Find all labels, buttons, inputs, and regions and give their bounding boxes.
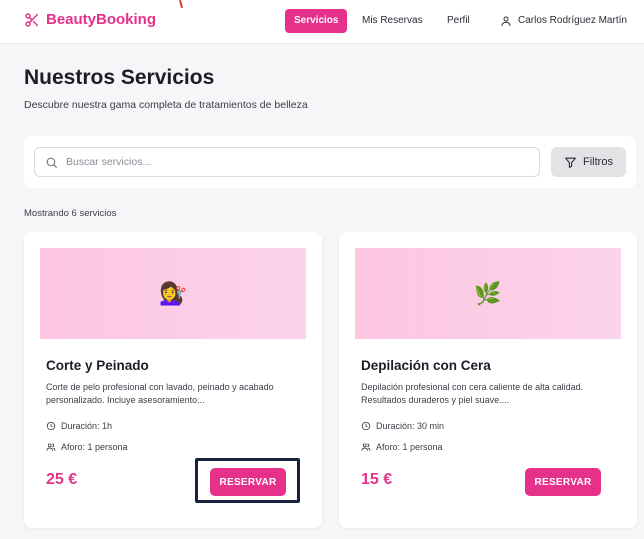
search-panel: Filtros <box>24 136 636 188</box>
service-image: 🌿 <box>355 248 621 339</box>
brand-name: BeautyBooking <box>46 11 157 28</box>
page-subtitle: Descubre nuestra gama completa de tratam… <box>24 99 308 111</box>
user-icon <box>501 16 511 26</box>
hair-salon-icon: 💇‍♀️ <box>159 280 187 306</box>
nav-item-mis-reservas[interactable]: Mis Reservas <box>362 9 423 33</box>
service-duration: Duración: 30 min <box>361 421 444 431</box>
service-title: Depilación con Cera <box>361 358 491 373</box>
service-price: 25 € <box>46 471 78 488</box>
duration-text: Duración: 1h <box>61 421 113 431</box>
user-name: Carlos Rodríguez Martín <box>518 15 627 26</box>
reserve-button[interactable]: RESERVAR <box>210 468 286 496</box>
service-title: Corte y Peinado <box>46 358 149 373</box>
service-card: 🌿 Depilación con Cera Depilación profesi… <box>339 232 637 528</box>
search-input[interactable] <box>66 156 526 168</box>
nav-item-perfil[interactable]: Perfil <box>447 9 470 33</box>
capacity-text: Aforo: 1 persona <box>61 442 128 452</box>
users-icon <box>361 443 371 451</box>
annotation-mark <box>178 0 184 9</box>
service-card: 💇‍♀️ Corte y Peinado Corte de pelo profe… <box>24 232 322 528</box>
search-icon <box>46 157 57 168</box>
filter-button[interactable]: Filtros <box>551 147 626 177</box>
brand-logo[interactable]: BeautyBooking <box>24 11 156 28</box>
page-title: Nuestros Servicios <box>24 66 215 89</box>
results-count: Mostrando 6 servicios <box>24 208 117 219</box>
nav-item-servicios[interactable]: Servicios <box>285 9 348 33</box>
herb-icon: 🌿 <box>474 280 502 306</box>
service-duration: Duración: 1h <box>46 421 112 431</box>
scissors-icon <box>25 12 39 27</box>
service-image: 💇‍♀️ <box>40 248 306 339</box>
duration-text: Duración: 30 min <box>376 421 445 431</box>
service-description: Depilación profesional con cera caliente… <box>361 382 584 405</box>
search-box[interactable] <box>34 147 540 177</box>
clock-icon <box>46 421 56 431</box>
service-capacity: Aforo: 1 persona <box>46 442 128 452</box>
service-description: Corte de pelo profesional con lavado, pe… <box>46 382 274 405</box>
service-capacity: Aforo: 1 persona <box>361 442 443 452</box>
capacity-text: Aforo: 1 persona <box>376 442 443 452</box>
filter-icon <box>565 157 576 168</box>
user-menu[interactable]: Carlos Rodríguez Martín <box>500 9 627 33</box>
filter-label: Filtros <box>583 156 613 168</box>
users-icon <box>46 443 56 451</box>
service-price: 15 € <box>361 471 393 488</box>
clock-icon <box>361 421 371 431</box>
top-navbar: BeautyBooking Servicios Mis Reservas Per… <box>0 0 644 44</box>
reserve-button[interactable]: RESERVAR <box>525 468 601 496</box>
